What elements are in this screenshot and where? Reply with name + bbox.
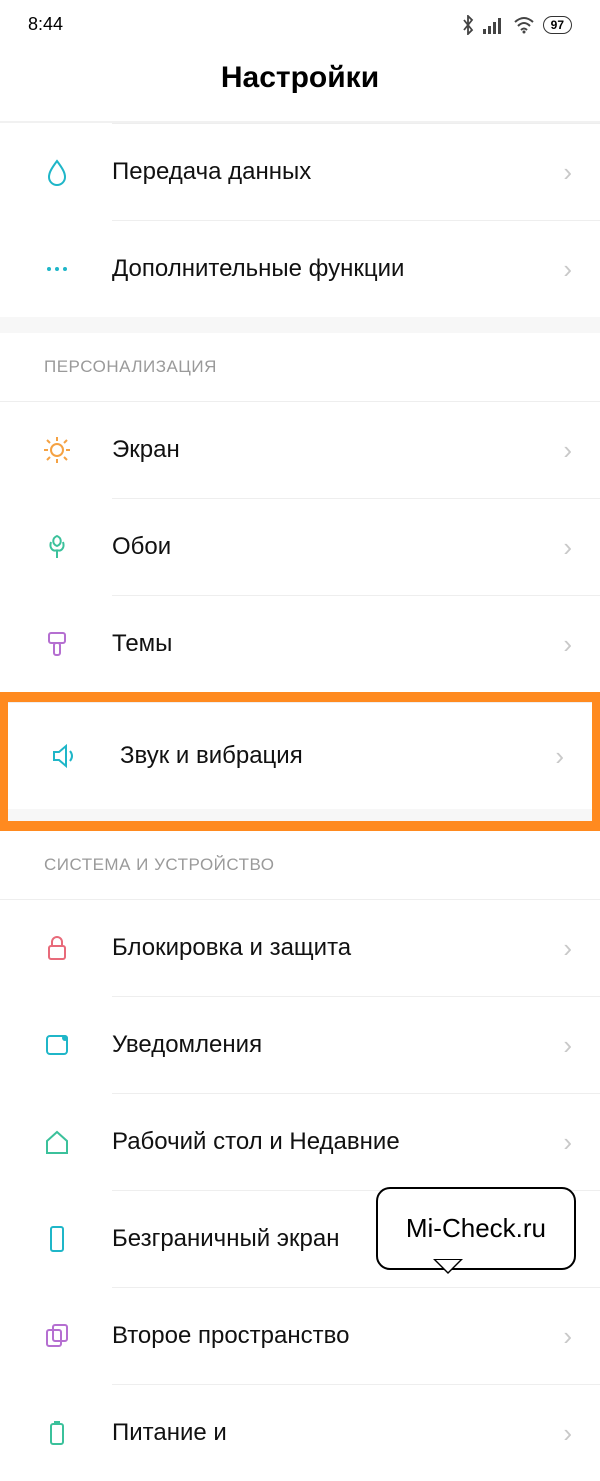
brush-icon: [28, 629, 112, 659]
chevron-right-icon: ›: [563, 254, 572, 285]
lock-icon: [28, 933, 112, 963]
row-label: Питание и: [112, 1419, 563, 1447]
row-more-features[interactable]: Дополнительные функции ›: [0, 221, 600, 317]
chevron-right-icon: ›: [563, 435, 572, 466]
row-power[interactable]: Питание и ›: [0, 1385, 600, 1481]
watermark-text: Mi-Check.ru: [406, 1213, 546, 1243]
flower-icon: [28, 532, 112, 562]
dots-icon: [28, 254, 112, 284]
sun-icon: [28, 435, 112, 465]
highlight-sound-vibration: Звук и вибрация ›: [0, 692, 600, 831]
section-header-system: СИСТЕМА И УСТРОЙСТВО: [0, 831, 600, 900]
bluetooth-icon: [461, 15, 475, 35]
battery-icon: [28, 1418, 112, 1448]
section-gap: [0, 317, 600, 333]
row-label: Передача данных: [112, 158, 563, 186]
row-screen[interactable]: Экран ›: [0, 402, 600, 498]
copy-icon: [28, 1321, 112, 1351]
row-label: Темы: [112, 630, 563, 658]
row-label: Рабочий стол и Недавние: [112, 1128, 563, 1156]
chevron-right-icon: ›: [563, 157, 572, 188]
notification-icon: [28, 1030, 112, 1060]
status-time: 8:44: [28, 14, 63, 35]
watermark-bubble: Mi-Check.ru: [376, 1187, 576, 1270]
row-sound-vibration[interactable]: Звук и вибрация ›: [8, 703, 592, 809]
chevron-right-icon: ›: [563, 629, 572, 660]
chevron-right-icon: ›: [563, 1321, 572, 1352]
chevron-right-icon: ›: [563, 1030, 572, 1061]
row-label: Звук и вибрация: [120, 742, 555, 770]
section-header-personalization: ПЕРСОНАЛИЗАЦИЯ: [0, 333, 600, 402]
row-label: Второе пространство: [112, 1322, 563, 1350]
chevron-right-icon: ›: [563, 933, 572, 964]
row-second-space[interactable]: Второе пространство ›: [0, 1288, 600, 1384]
row-label: Блокировка и защита: [112, 934, 563, 962]
row-data-transfer[interactable]: Передача данных ›: [0, 124, 600, 220]
page-title: Настройки: [0, 43, 600, 121]
row-label: Уведомления: [112, 1031, 563, 1059]
chevron-right-icon: ›: [563, 1127, 572, 1158]
row-notifications[interactable]: Уведомления ›: [0, 997, 600, 1093]
chevron-right-icon: ›: [563, 532, 572, 563]
row-label: Дополнительные функции: [112, 255, 563, 283]
wifi-icon: [513, 16, 535, 34]
status-bar: 8:44 97: [0, 0, 600, 43]
row-home-recents[interactable]: Рабочий стол и Недавние ›: [0, 1094, 600, 1190]
row-label: Обои: [112, 533, 563, 561]
chevron-right-icon: ›: [555, 741, 564, 772]
phone-icon: [28, 1224, 112, 1254]
battery-indicator: 97: [543, 16, 572, 34]
row-label: Экран: [112, 436, 563, 464]
status-icons: 97: [461, 15, 572, 35]
row-lock-security[interactable]: Блокировка и защита ›: [0, 900, 600, 996]
water-drop-icon: [28, 157, 112, 187]
row-wallpaper[interactable]: Обои ›: [0, 499, 600, 595]
row-themes[interactable]: Темы ›: [0, 596, 600, 692]
speaker-icon: [36, 740, 120, 772]
signal-icon: [483, 16, 505, 34]
home-icon: [28, 1127, 112, 1157]
chevron-right-icon: ›: [563, 1418, 572, 1449]
